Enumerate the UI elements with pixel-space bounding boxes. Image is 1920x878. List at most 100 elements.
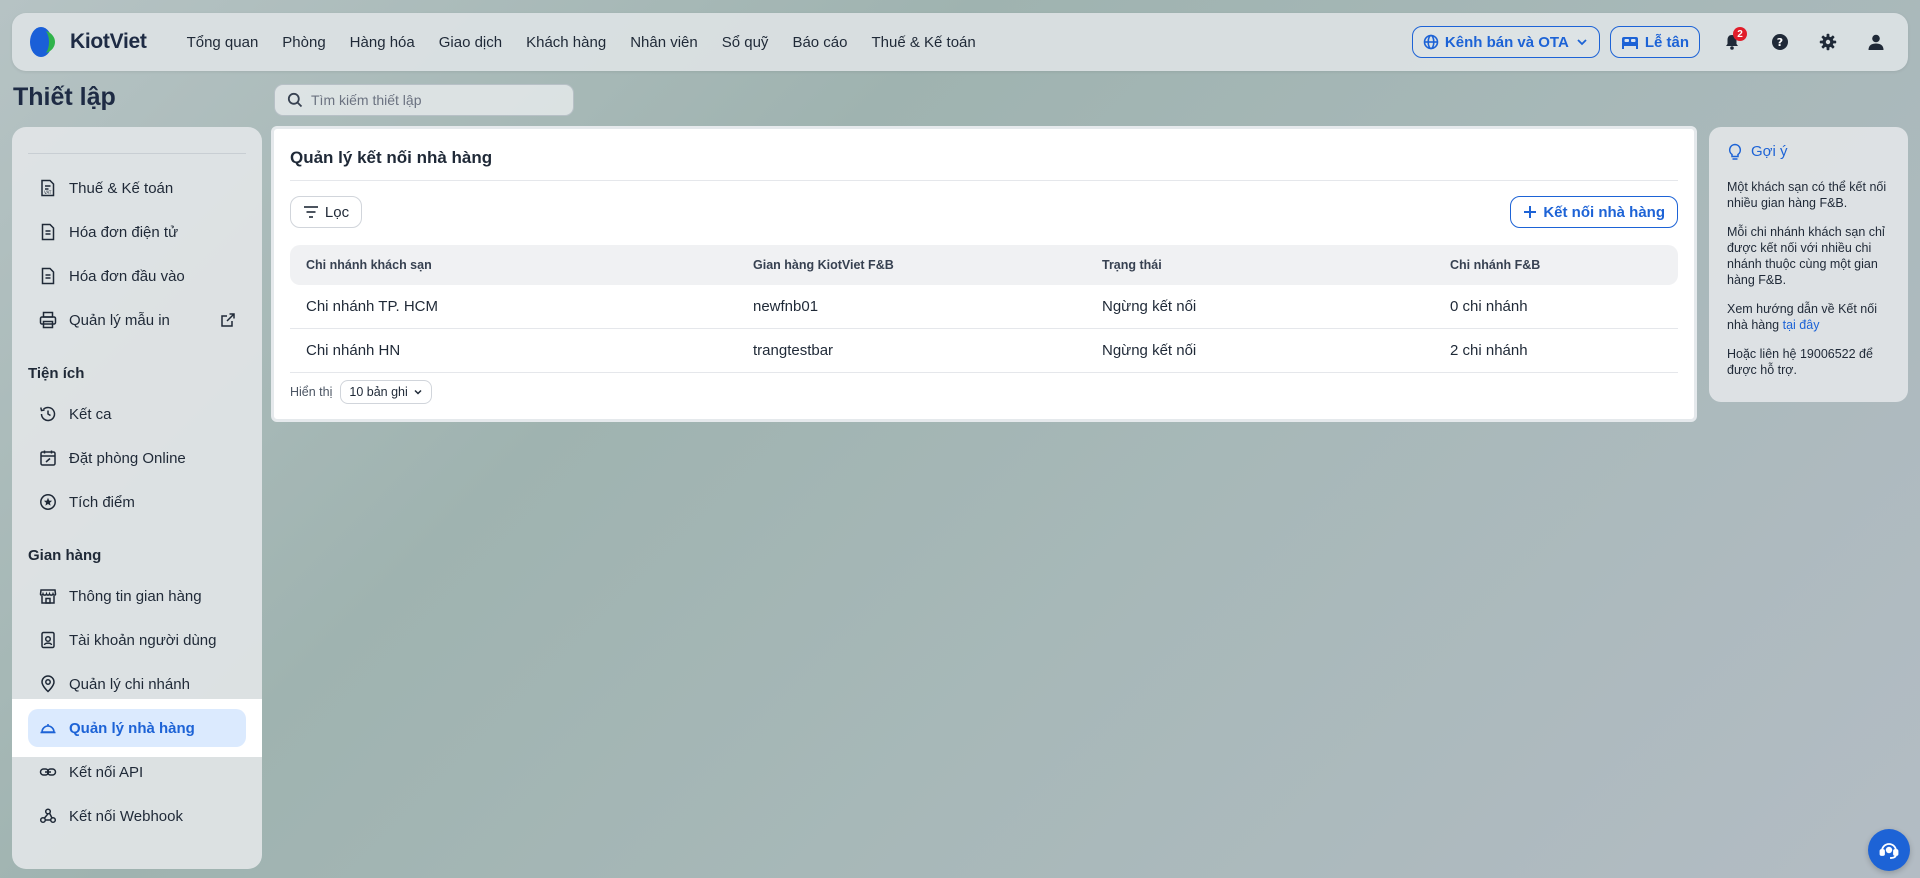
plus-icon	[1524, 206, 1537, 218]
sidebar-item-webhook[interactable]: Kết nối Webhook	[28, 797, 246, 835]
store-icon	[39, 589, 57, 604]
sidebar-item-label: Kết nối API	[69, 763, 144, 781]
menu-item-thue-ke-toan[interactable]: Thuế & Kế toán	[859, 34, 987, 51]
notification-badge: 2	[1733, 27, 1747, 41]
sidebar-item-store-info[interactable]: Thông tin gian hàng	[28, 577, 246, 615]
account-button[interactable]	[1860, 26, 1892, 58]
printer-icon	[39, 311, 57, 329]
panel-title: Quản lý kết nối nhà hàng	[290, 148, 493, 167]
sidebar-item-label: Thông tin gian hàng	[69, 587, 202, 605]
page-size-value: 10 bản ghi	[349, 385, 408, 399]
main-menu: Tổng quan Phòng Hàng hóa Giao dịch Khách…	[175, 34, 988, 51]
page-title: Thiết lập	[13, 83, 116, 111]
sidebar-item-api-connection[interactable]: Kết nối API	[28, 753, 246, 791]
hint-header: Gợi ý	[1727, 143, 1890, 161]
restaurant-connection-panel: Quản lý kết nối nhà hàng Lọc Kết nối nhà…	[271, 126, 1697, 422]
kiotviet-logo-icon	[28, 25, 62, 59]
cloche-icon	[40, 724, 56, 734]
menu-item-bao-cao[interactable]: Báo cáo	[780, 34, 859, 51]
sidebar-item-label: Hóa đơn đầu vào	[69, 267, 185, 285]
menu-item-phong[interactable]: Phòng	[270, 34, 337, 51]
connect-restaurant-label: Kết nối nhà hàng	[1543, 203, 1665, 221]
menu-item-nhan-vien[interactable]: Nhân viên	[618, 34, 710, 51]
sidebar-item-label: Thuế & Kế toán	[69, 179, 174, 197]
sidebar-item-label: Kết nối Webhook	[69, 807, 183, 825]
sidebar-item-user-accounts[interactable]: Tài khoản người dùng	[28, 621, 246, 659]
cell-fnb-branches: 2 chi nhánh	[1450, 342, 1528, 359]
cell-status: Ngừng kết nối	[1102, 298, 1197, 315]
star-circle-icon	[40, 494, 56, 510]
settings-button[interactable]	[1812, 26, 1844, 58]
sidebar-divider	[28, 153, 246, 154]
menu-item-hang-hoa[interactable]: Hàng hóa	[338, 34, 427, 51]
connections-table: Chi nhánh khách sạn Gian hàng KiotViet F…	[290, 245, 1678, 373]
hint-title: Gợi ý	[1751, 143, 1788, 160]
filter-button[interactable]: Lọc	[290, 196, 362, 228]
lightbulb-icon	[1728, 143, 1742, 160]
sidebar-item-label: Quản lý chi nhánh	[69, 675, 190, 693]
cell-fnb-branches: 0 chi nhánh	[1450, 298, 1528, 315]
user-badge-icon	[41, 631, 55, 649]
sidebar-item-branches[interactable]: Quản lý chi nhánh	[28, 665, 246, 703]
column-header-fnb-branches: Chi nhánh F&B	[1450, 258, 1541, 272]
filter-label: Lọc	[324, 203, 350, 221]
top-navbar: KiotViet Tổng quan Phòng Hàng hóa Giao d…	[12, 13, 1908, 71]
hint-text-1: Một khách sạn có thể kết nối nhiều gian …	[1727, 180, 1887, 210]
sales-channel-button[interactable]: Kênh bán và OTA	[1411, 26, 1600, 58]
cell-fnb-store: newfnb01	[753, 298, 819, 315]
settings-sidebar: VAT Thuế & Kế toán Hóa đơn điện tử Hóa đ…	[12, 127, 262, 869]
sidebar-section-store: Gian hàng	[28, 547, 102, 564]
table-row[interactable]: Chi nhánh TP. HCM newfnb01 Ngừng kết nối…	[290, 285, 1678, 329]
external-link-icon	[221, 313, 235, 327]
sidebar-item-e-invoice[interactable]: Hóa đơn điện tử	[28, 213, 246, 251]
logo[interactable]: KiotViet	[28, 25, 147, 59]
chevron-down-icon	[1577, 39, 1587, 46]
notification-button[interactable]: 2	[1716, 26, 1748, 58]
sidebar-item-online-booking[interactable]: Đặt phòng Online	[28, 439, 246, 477]
cell-hotel-branch: Chi nhánh TP. HCM	[306, 298, 439, 315]
sidebar-item-input-invoice[interactable]: Hóa đơn đầu vào	[28, 257, 246, 295]
support-chat-button[interactable]	[1868, 829, 1910, 871]
menu-item-giao-dich[interactable]: Giao dịch	[427, 34, 514, 51]
sidebar-item-loyalty-points[interactable]: Tích điểm	[28, 483, 246, 521]
support-agent-icon	[1879, 843, 1899, 859]
connect-restaurant-button[interactable]: Kết nối nhà hàng	[1510, 196, 1678, 228]
svg-text:VAT: VAT	[44, 190, 52, 195]
search-input[interactable]	[311, 92, 551, 108]
hint-text-2: Mỗi chi nhánh khách sạn chỉ được kết nối…	[1727, 225, 1885, 287]
sidebar-item-restaurants[interactable]: Quản lý nhà hàng	[28, 709, 246, 747]
calendar-icon	[40, 450, 56, 466]
page-size-label: Hiển thị	[290, 385, 333, 399]
user-icon	[1868, 34, 1884, 50]
reception-button[interactable]: Lễ tân	[1609, 26, 1700, 58]
link-icon	[39, 768, 57, 776]
menu-item-khach-hang[interactable]: Khách hàng	[514, 34, 618, 51]
cell-status: Ngừng kết nối	[1102, 342, 1197, 359]
cell-fnb-store: trangtestbar	[753, 342, 834, 359]
table-header: Chi nhánh khách sạn Gian hàng KiotViet F…	[290, 245, 1678, 285]
sidebar-item-label: Quản lý nhà hàng	[69, 719, 195, 737]
tax-doc-icon: VAT	[41, 179, 55, 197]
gear-icon	[1819, 33, 1837, 51]
menu-item-tong-quan[interactable]: Tổng quan	[175, 34, 271, 51]
hint-text-4: Hoặc liên hệ 19006522 để được hỗ trợ.	[1727, 347, 1873, 377]
help-button[interactable]: ?	[1764, 26, 1796, 58]
hint-text-3: Xem hướng dẫn về Kết nối nhà hàng tại đâ…	[1727, 301, 1890, 333]
sidebar-item-label: Đặt phòng Online	[69, 449, 186, 467]
panel-divider	[290, 180, 1678, 181]
reception-label: Lễ tân	[1644, 33, 1689, 51]
menu-item-so-quy[interactable]: Sổ quỹ	[710, 34, 781, 51]
hint-guide-link[interactable]: tại đây	[1783, 318, 1820, 332]
pagination: Hiển thị 10 bản ghi	[290, 380, 432, 404]
table-row[interactable]: Chi nhánh HN trangtestbar Ngừng kết nối …	[290, 329, 1678, 373]
sidebar-item-shift-close[interactable]: Kết ca	[28, 395, 246, 433]
page-size-select[interactable]: 10 bản ghi	[340, 380, 432, 404]
hint-panel: Gợi ý Một khách sạn có thể kết nối nhiều…	[1709, 127, 1908, 402]
sidebar-item-tax-accounting[interactable]: VAT Thuế & Kế toán	[28, 169, 246, 207]
sidebar-section-utilities: Tiện ích	[28, 365, 85, 382]
sidebar-item-label: Kết ca	[69, 405, 112, 423]
sidebar-item-print-templates[interactable]: Quản lý mẫu in	[28, 301, 246, 339]
help-icon: ?	[1772, 34, 1788, 50]
svg-text:?: ?	[1777, 36, 1783, 49]
history-icon	[40, 406, 56, 422]
